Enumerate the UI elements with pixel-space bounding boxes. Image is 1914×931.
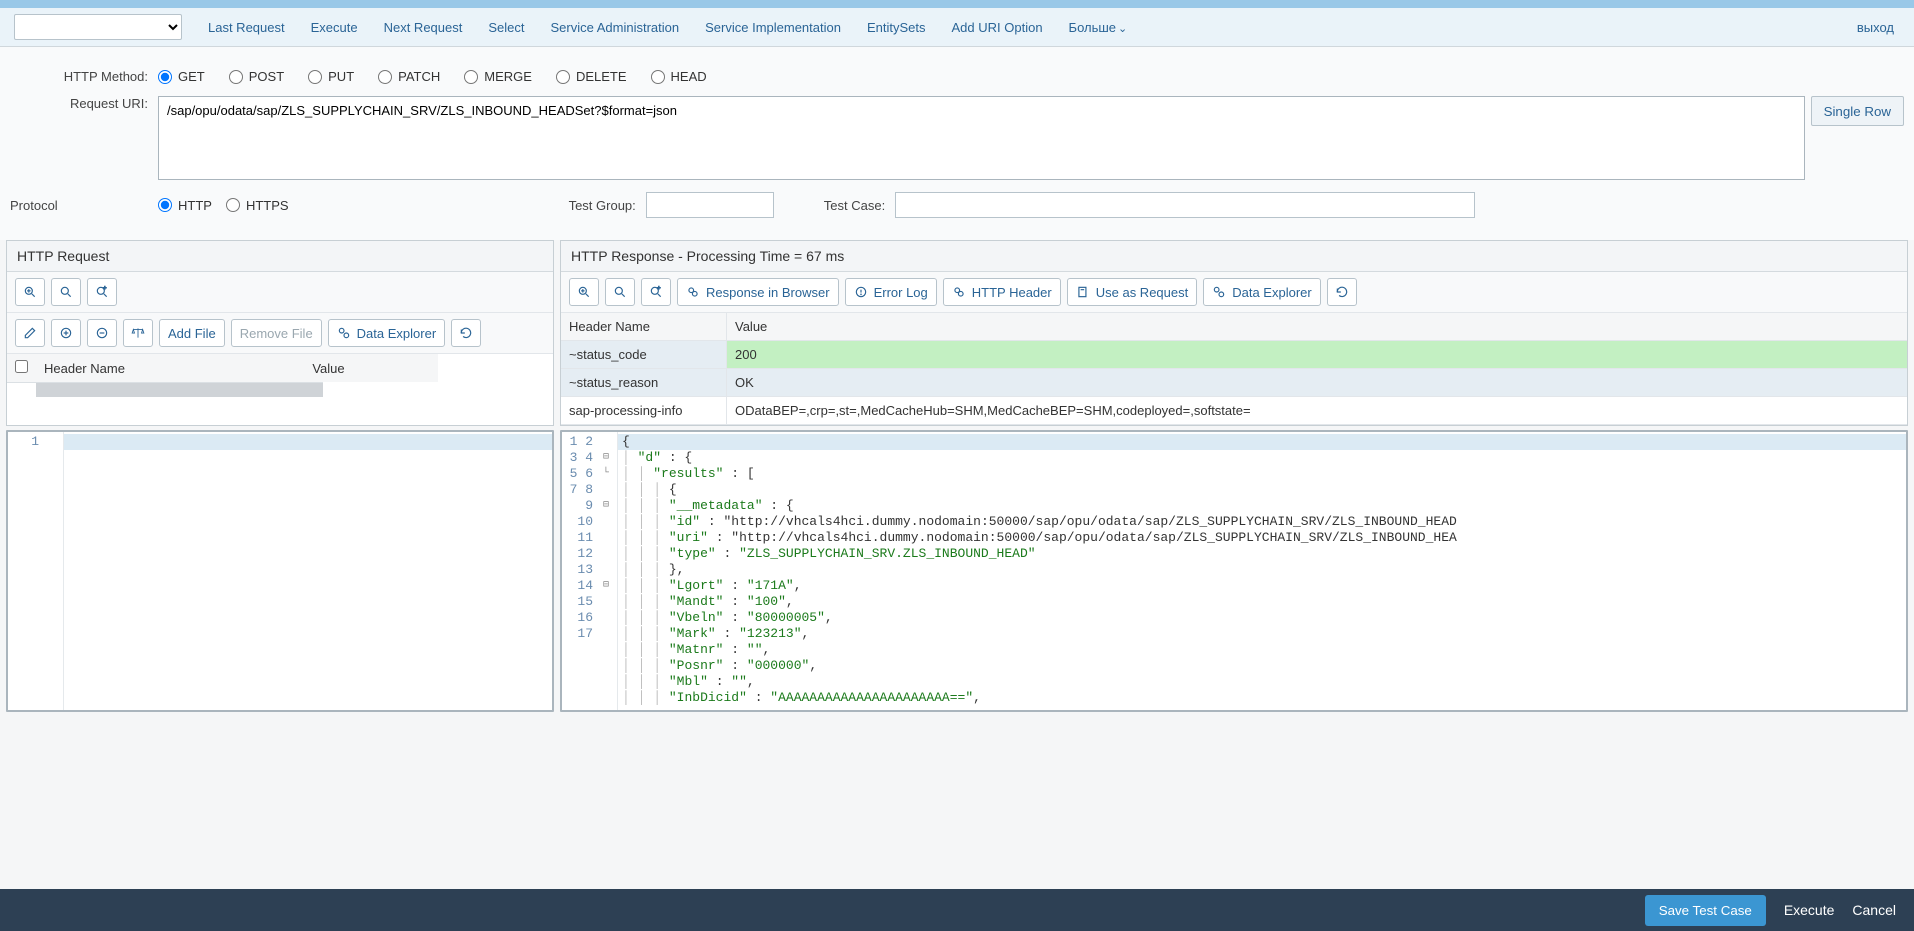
http-method-row: HTTP Method: GET POST PUT PATCH MERGE DELETE H…	[10, 69, 1904, 84]
search-icon[interactable]	[51, 278, 81, 306]
req-col-value: Value	[304, 354, 438, 383]
menu-add-uri-option[interactable]: Add URI Option	[952, 20, 1043, 35]
response-in-browser-button[interactable]: Response in Browser	[677, 278, 839, 306]
menu-entitysets[interactable]: EntitySets	[867, 20, 926, 35]
table-row: ~status_reasonOK	[561, 369, 1907, 397]
resp-col-value: Value	[727, 313, 1907, 340]
http-method-label: HTTP Method:	[10, 69, 158, 84]
test-case-label: Test Case:	[824, 198, 885, 213]
execute-button[interactable]: Execute	[1784, 902, 1835, 918]
svg-text:+: +	[657, 286, 661, 292]
history-select[interactable]	[14, 14, 182, 40]
resp-col-name: Header Name	[561, 313, 727, 340]
remove-icon[interactable]	[87, 319, 117, 347]
exit-link[interactable]: выход	[1857, 20, 1894, 35]
http-methods: GET POST PUT PATCH MERGE DELETE HEAD	[158, 69, 707, 84]
method-radio-head[interactable]: HEAD	[651, 69, 707, 84]
method-radio-put[interactable]: PUT	[308, 69, 354, 84]
protocol-radio-http[interactable]: HTTP	[158, 198, 212, 213]
request-uri-row: Request URI: Single Row	[10, 96, 1904, 180]
menu-next-request[interactable]: Next Request	[384, 20, 463, 35]
cancel-button[interactable]: Cancel	[1852, 902, 1896, 918]
req-col-name: Header Name	[36, 354, 304, 383]
response-body-editor[interactable]: 1 2 3 4 5 6 7 8 9 10 11 12 13 14 15 16 1…	[560, 430, 1908, 712]
test-case-input[interactable]	[895, 192, 1475, 218]
top-strip	[0, 0, 1914, 8]
form-area: HTTP Method: GET POST PUT PATCH MERGE DELETE H…	[0, 47, 1914, 240]
search-plus-icon[interactable]: +	[641, 278, 671, 306]
use-as-request-button[interactable]: Use as Request	[1067, 278, 1198, 306]
menu-last-request[interactable]: Last Request	[208, 20, 285, 35]
data-explorer-button[interactable]: Data Explorer	[328, 319, 445, 347]
menu-service-impl[interactable]: Service Implementation	[705, 20, 841, 35]
method-radio-merge[interactable]: MERGE	[464, 69, 532, 84]
editors: 1 1 2 3 4 5 6 7 8 9 10 11 12 13 14 15 16…	[0, 426, 1914, 712]
request-toolbar-2: Add File Remove File Data Explorer	[7, 313, 553, 354]
edit-icon[interactable]	[15, 319, 45, 347]
request-uri-input[interactable]	[158, 96, 1805, 180]
select-all-checkbox[interactable]	[15, 360, 28, 373]
bottom-toolbar: Save Test Case Execute Cancel	[0, 889, 1914, 931]
response-toolbar: + Response in Browser Error Log HTTP Hea…	[561, 272, 1907, 313]
zoom-in-icon[interactable]	[15, 278, 45, 306]
table-row: ~status_code200	[561, 341, 1907, 369]
remove-file-button[interactable]: Remove File	[231, 319, 322, 347]
balance-icon[interactable]	[123, 319, 153, 347]
protocols: HTTP HTTPS	[158, 198, 289, 213]
menubar: Last Request Execute Next Request Select…	[0, 8, 1914, 47]
request-uri-label: Request URI:	[10, 96, 158, 111]
method-radio-post[interactable]: POST	[229, 69, 284, 84]
method-radio-delete[interactable]: DELETE	[556, 69, 627, 84]
search-plus-icon[interactable]: +	[87, 278, 117, 306]
menu-items: Last Request Execute Next Request Select…	[208, 20, 1127, 35]
method-radio-get[interactable]: GET	[158, 69, 205, 84]
add-icon[interactable]	[51, 319, 81, 347]
search-icon[interactable]	[605, 278, 635, 306]
error-log-button[interactable]: Error Log	[845, 278, 937, 306]
method-radio-patch[interactable]: PATCH	[378, 69, 440, 84]
menu-more[interactable]: Больше⌄	[1069, 20, 1128, 35]
request-panel: HTTP Request + Add File Remove File Data…	[6, 240, 554, 426]
menu-select[interactable]: Select	[488, 20, 524, 35]
request-panel-title: HTTP Request	[7, 241, 553, 272]
protocol-row: Protocol HTTP HTTPS Test Group: Test Case…	[10, 192, 1904, 218]
protocol-label: Protocol	[10, 198, 158, 213]
svg-text:+: +	[103, 286, 107, 292]
zoom-in-icon[interactable]	[569, 278, 599, 306]
menu-service-admin[interactable]: Service Administration	[551, 20, 680, 35]
test-group-block: Test Group: Test Case:	[569, 192, 1476, 218]
response-headers-table: Header Name Value ~status_code200~status…	[561, 313, 1907, 425]
save-test-case-button[interactable]: Save Test Case	[1645, 895, 1766, 926]
chevron-down-icon: ⌄	[1118, 23, 1127, 35]
table-row	[7, 383, 438, 397]
single-row-button[interactable]: Single Row	[1811, 96, 1904, 126]
http-header-button[interactable]: HTTP Header	[943, 278, 1061, 306]
panels: HTTP Request + Add File Remove File Data…	[0, 240, 1914, 426]
add-file-button[interactable]: Add File	[159, 319, 225, 347]
refresh-icon[interactable]	[451, 319, 481, 347]
request-toolbar-1: +	[7, 272, 553, 313]
test-group-label: Test Group:	[569, 198, 636, 213]
protocol-radio-https[interactable]: HTTPS	[226, 198, 289, 213]
response-panel-title: HTTP Response - Processing Time = 67 ms	[561, 241, 1907, 272]
table-row: sap-processing-infoODataBEP=,crp=,st=,Me…	[561, 397, 1907, 425]
response-panel: HTTP Response - Processing Time = 67 ms …	[560, 240, 1908, 426]
request-headers-table: Header Name Value	[7, 354, 553, 397]
request-body-editor[interactable]: 1	[6, 430, 554, 712]
test-group-input[interactable]	[646, 192, 774, 218]
menu-execute[interactable]: Execute	[311, 20, 358, 35]
refresh-icon[interactable]	[1327, 278, 1357, 306]
resp-data-explorer-button[interactable]: Data Explorer	[1203, 278, 1320, 306]
